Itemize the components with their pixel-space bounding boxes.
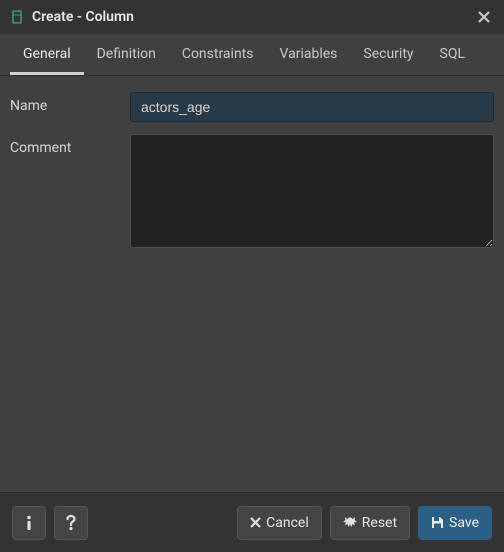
comment-label: Comment [10,134,130,156]
name-input[interactable] [130,92,494,122]
reset-icon [343,516,357,530]
create-column-dialog: Create - Column General Definition Const… [0,0,504,552]
save-icon [431,516,444,529]
column-icon [10,10,24,24]
reset-label: Reset [362,515,397,531]
info-button[interactable] [12,506,46,540]
info-icon [26,515,32,531]
save-button[interactable]: Save [418,506,492,540]
question-icon [66,515,76,531]
save-label: Save [449,515,479,531]
help-button[interactable] [54,506,88,540]
tab-security[interactable]: Security [350,34,426,75]
comment-row: Comment [10,134,494,252]
dialog-title: Create - Column [32,9,474,25]
form-content: Name Comment [0,76,504,492]
name-label: Name [10,92,130,114]
cancel-label: Cancel [266,515,309,531]
footer-left [12,506,88,540]
tab-sql[interactable]: SQL [427,34,478,75]
tab-constraints[interactable]: Constraints [169,34,267,75]
close-button[interactable] [474,7,494,27]
cancel-button[interactable]: Cancel [237,506,322,540]
comment-field-wrap [130,134,494,252]
name-field-wrap [130,92,494,122]
cancel-icon [250,517,261,528]
tab-bar: General Definition Constraints Variables… [0,34,504,76]
comment-textarea[interactable] [130,134,494,248]
dialog-titlebar: Create - Column [0,0,504,34]
name-row: Name [10,92,494,122]
dialog-footer: Cancel Reset Save [0,492,504,552]
tab-definition[interactable]: Definition [84,34,169,75]
tab-variables[interactable]: Variables [267,34,351,75]
close-icon [478,11,490,23]
tab-general[interactable]: General [10,34,84,75]
reset-button[interactable]: Reset [330,506,410,540]
